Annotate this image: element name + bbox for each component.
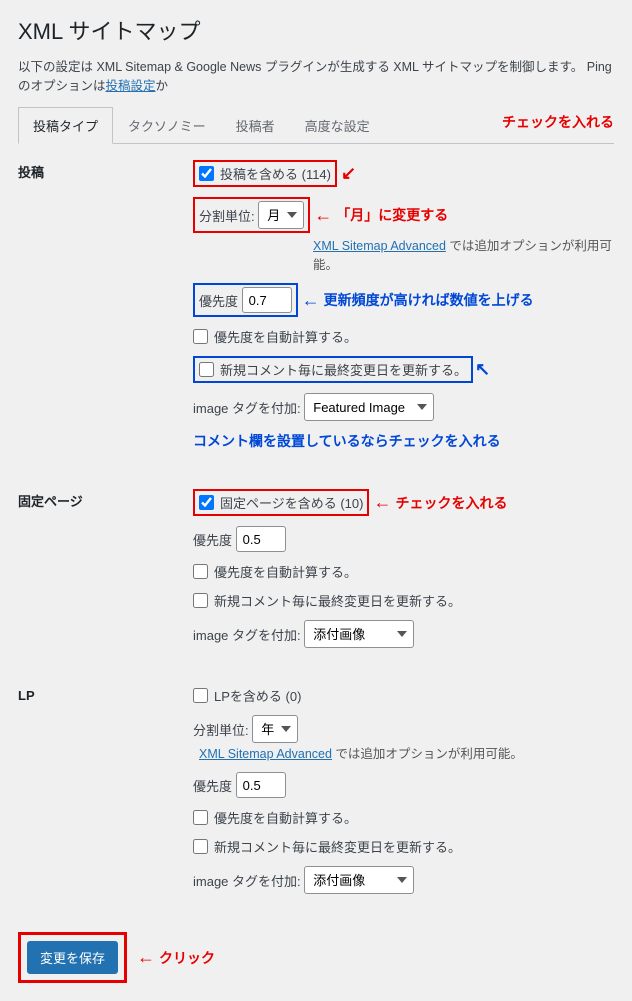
advanced-link-2[interactable]: XML Sitemap Advanced bbox=[199, 747, 332, 761]
tab-advanced[interactable]: 高度な設定 bbox=[290, 107, 385, 144]
lp-split-label: 分割単位: bbox=[193, 720, 249, 739]
annotation-click: クリック bbox=[159, 948, 215, 968]
section-pages: 固定ページ 固定ページを含める (10) ← チェックを入れる 優先度 bbox=[18, 489, 614, 658]
posts-auto-priority-checkbox[interactable] bbox=[193, 329, 208, 344]
arrow-icon: ↙ bbox=[341, 163, 356, 184]
lp-split-select[interactable]: 年 bbox=[252, 715, 298, 743]
lp-update-comment-label[interactable]: 新規コメント毎に最終変更日を更新する。 bbox=[193, 837, 461, 856]
arrow-icon: ↖ bbox=[475, 359, 490, 380]
section-lp-label: LP bbox=[18, 686, 193, 904]
posts-auto-priority-label[interactable]: 優先度を自動計算する。 bbox=[193, 327, 357, 346]
tab-taxonomies[interactable]: タクソノミー bbox=[113, 107, 221, 144]
pages-image-select[interactable]: 添付画像 bbox=[304, 620, 414, 648]
advanced-link-1[interactable]: XML Sitemap Advanced bbox=[313, 239, 446, 253]
pages-priority-label: 優先度 bbox=[193, 530, 232, 549]
annotation-month: 「月」に変更する bbox=[336, 205, 448, 225]
posts-include-checkbox[interactable] bbox=[199, 166, 214, 181]
pages-update-comment-label[interactable]: 新規コメント毎に最終変更日を更新する。 bbox=[193, 591, 461, 610]
annotation-priority: 更新頻度が高ければ数値を上げる bbox=[324, 290, 534, 310]
arrow-icon: ← bbox=[373, 492, 391, 513]
post-settings-link[interactable]: 投稿設定 bbox=[106, 79, 156, 93]
page-title: XML サイトマップ bbox=[18, 14, 614, 46]
tab-post-types[interactable]: 投稿タイプ bbox=[18, 107, 113, 144]
lp-include-checkbox[interactable] bbox=[193, 688, 208, 703]
section-lp: LP LPを含める (0) 分割単位: 年 XML Sitemap Advanc… bbox=[18, 686, 614, 904]
pages-include-label[interactable]: 固定ページを含める (10) bbox=[199, 493, 363, 512]
section-posts-label: 投稿 bbox=[18, 160, 193, 461]
tabs: 投稿タイプ タクソノミー 投稿者 高度な設定 チェックを入れる bbox=[18, 106, 614, 144]
pages-priority-input[interactable] bbox=[236, 526, 286, 552]
lp-auto-priority-checkbox[interactable] bbox=[193, 810, 208, 825]
arrow-icon: ← bbox=[314, 205, 332, 226]
tab-authors[interactable]: 投稿者 bbox=[221, 107, 290, 144]
lp-auto-priority-label[interactable]: 優先度を自動計算する。 bbox=[193, 808, 357, 827]
annotation-check-1: チェックを入れる bbox=[502, 106, 614, 143]
page-description: 以下の設定は XML Sitemap & Google News プラグインが生… bbox=[18, 56, 614, 94]
pages-include-checkbox[interactable] bbox=[199, 495, 214, 510]
arrow-icon: ← bbox=[302, 290, 320, 311]
posts-priority-label: 優先度 bbox=[199, 291, 238, 310]
section-posts: 投稿 投稿を含める (114) ↙ 分割単位: 月 ← 「月」に変更する bbox=[18, 160, 614, 461]
section-pages-label: 固定ページ bbox=[18, 489, 193, 658]
posts-image-label: image タグを付加: bbox=[193, 398, 301, 417]
annotation-check-2: チェックを入れる bbox=[395, 493, 507, 513]
posts-split-select[interactable]: 月 bbox=[258, 201, 304, 229]
pages-image-label: image タグを付加: bbox=[193, 625, 301, 644]
lp-image-select[interactable]: 添付画像 bbox=[304, 866, 414, 894]
posts-update-comment-checkbox[interactable] bbox=[199, 362, 214, 377]
pages-auto-priority-checkbox[interactable] bbox=[193, 564, 208, 579]
save-button[interactable]: 変更を保存 bbox=[27, 941, 118, 974]
annotation-comment: コメント欄を設置しているならチェックを入れる bbox=[193, 431, 501, 451]
posts-update-comment-label[interactable]: 新規コメント毎に最終変更日を更新する。 bbox=[199, 360, 467, 379]
lp-image-label: image タグを付加: bbox=[193, 871, 301, 890]
arrow-icon: ← bbox=[137, 947, 155, 968]
posts-priority-input[interactable] bbox=[242, 287, 292, 313]
posts-include-label[interactable]: 投稿を含める (114) bbox=[199, 164, 331, 183]
lp-priority-input[interactable] bbox=[236, 772, 286, 798]
lp-priority-label: 優先度 bbox=[193, 776, 232, 795]
lp-include-label[interactable]: LPを含める (0) bbox=[193, 686, 301, 705]
pages-update-comment-checkbox[interactable] bbox=[193, 593, 208, 608]
posts-split-label: 分割単位: bbox=[199, 206, 255, 225]
posts-image-select[interactable]: Featured Image bbox=[304, 393, 434, 421]
lp-update-comment-checkbox[interactable] bbox=[193, 839, 208, 854]
pages-auto-priority-label[interactable]: 優先度を自動計算する。 bbox=[193, 562, 357, 581]
